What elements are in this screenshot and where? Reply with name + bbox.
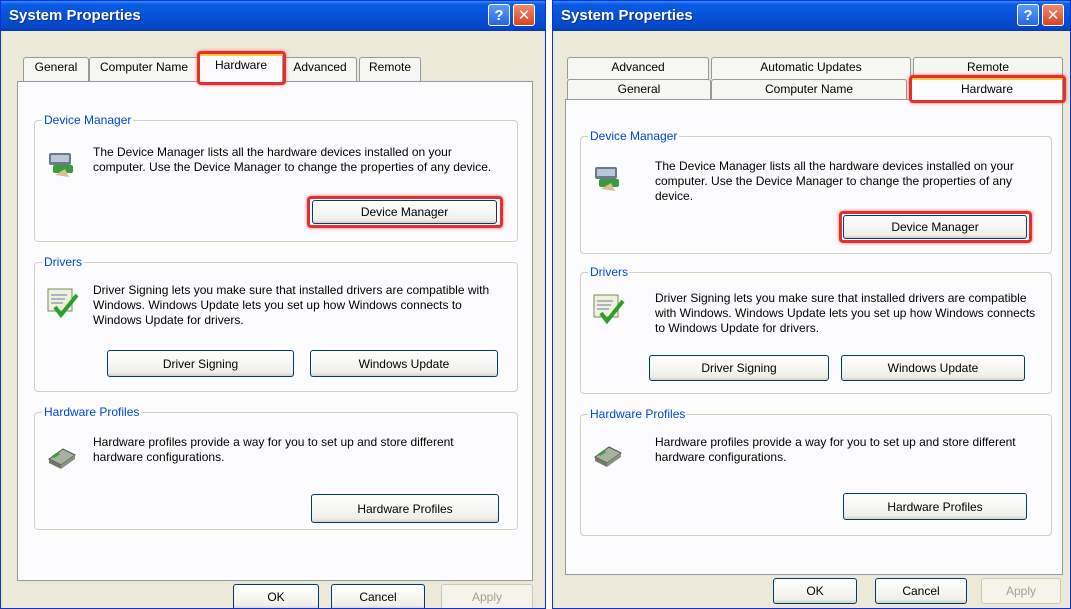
hardware-profiles-legend: Hardware Profiles (588, 407, 688, 421)
tab-remote[interactable]: Remote (913, 57, 1063, 79)
windows-update-button[interactable]: Windows Update (310, 350, 498, 377)
device-manager-description: The Device Manager lists all the hardwar… (655, 159, 1014, 203)
driver-signing-icon (47, 288, 79, 319)
hardware-profiles-description: Hardware profiles provide a way for you … (655, 435, 1016, 464)
hardware-profiles-button[interactable]: Hardware Profiles (311, 494, 499, 523)
device-manager-icon (595, 167, 619, 191)
hardware-profiles-icon (594, 446, 622, 467)
apply-button[interactable]: Apply (441, 584, 533, 608)
tab-advanced[interactable]: Advanced (567, 57, 709, 79)
ok-button[interactable]: OK (233, 584, 319, 608)
help-icon[interactable]: ? (1017, 4, 1039, 26)
drivers-legend: Drivers (588, 265, 630, 279)
tab-hardware[interactable]: Hardware (911, 77, 1063, 101)
tab-advanced[interactable]: Advanced (283, 57, 357, 83)
drivers-description: Driver Signing lets you make sure that i… (655, 291, 1036, 335)
help-icon[interactable]: ? (488, 4, 510, 26)
system-properties-dialog-right: System Properties ? ✕ Advanced Automatic… (552, 0, 1071, 609)
close-icon[interactable]: ✕ (1042, 4, 1064, 26)
window-title: System Properties (561, 7, 693, 24)
tab-remote[interactable]: Remote (359, 57, 421, 83)
close-icon[interactable]: ✕ (513, 4, 535, 26)
device-manager-legend: Device Manager (588, 129, 680, 143)
tab-general[interactable]: General (567, 79, 711, 101)
ok-button[interactable]: OK (773, 578, 857, 604)
tab-computer-name[interactable]: Computer Name (89, 57, 199, 83)
cancel-button[interactable]: Cancel (875, 578, 967, 604)
hardware-profiles-button[interactable]: Hardware Profiles (843, 493, 1027, 520)
drivers-description: Driver Signing lets you make sure that i… (93, 283, 490, 327)
device-manager-legend: Device Manager (42, 113, 134, 127)
driver-signing-icon (593, 294, 625, 325)
hardware-profiles-legend: Hardware Profiles (42, 405, 142, 419)
device-manager-button[interactable]: Device Manager (843, 215, 1027, 239)
driver-signing-button[interactable]: Driver Signing (649, 355, 829, 381)
driver-signing-button[interactable]: Driver Signing (107, 350, 294, 377)
tab-automatic-updates[interactable]: Automatic Updates (711, 57, 911, 79)
device-manager-icon (49, 153, 73, 177)
system-properties-dialog-left: System Properties ? ✕ General Computer N… (0, 0, 546, 609)
device-manager-description: The Device Manager lists all the hardwar… (93, 145, 492, 174)
hardware-profiles-description: Hardware profiles provide a way for you … (93, 435, 454, 464)
drivers-legend: Drivers (42, 255, 84, 269)
tab-general[interactable]: General (23, 57, 89, 83)
tab-hardware[interactable]: Hardware (199, 53, 283, 83)
title-bar[interactable]: System Properties ? ✕ (1, 1, 545, 31)
apply-button[interactable]: Apply (981, 578, 1061, 604)
device-manager-button[interactable]: Device Manager (312, 200, 497, 224)
window-title: System Properties (9, 7, 141, 24)
windows-update-button[interactable]: Windows Update (841, 355, 1025, 381)
tab-computer-name[interactable]: Computer Name (711, 79, 907, 101)
title-bar[interactable]: System Properties ? ✕ (553, 1, 1070, 31)
cancel-button[interactable]: Cancel (331, 584, 425, 608)
hardware-profiles-icon (48, 448, 76, 469)
